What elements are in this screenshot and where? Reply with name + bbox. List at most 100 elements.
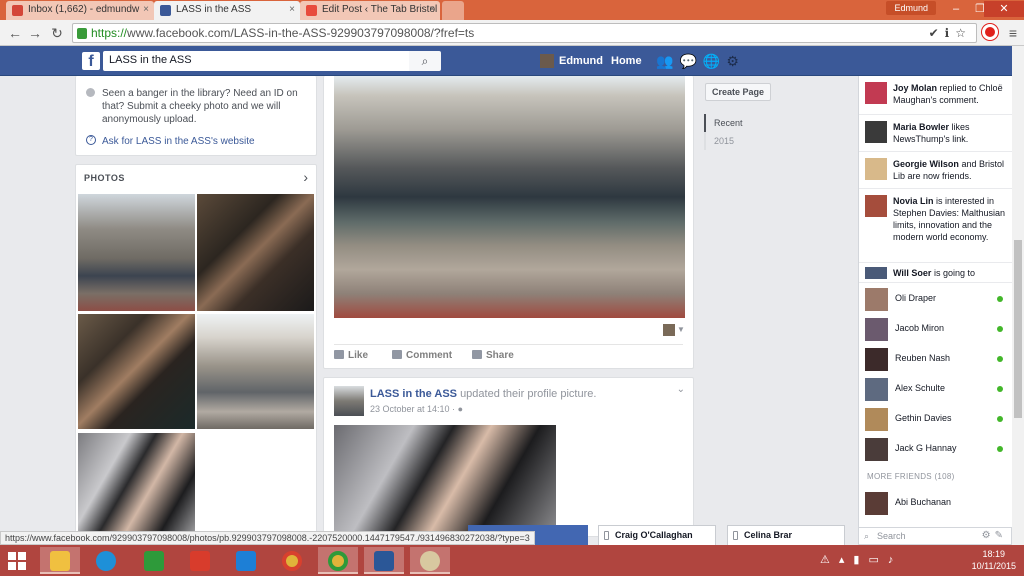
ticker-item[interactable]: Joy Molan replied to Chloë Maughan's com… xyxy=(859,76,1013,115)
post-photo-legs[interactable] xyxy=(334,425,556,538)
year-item-2015[interactable]: 2015 xyxy=(704,132,764,150)
scrollbar-thumb[interactable] xyxy=(1014,240,1022,418)
info-icon xyxy=(86,88,95,97)
account-settings-icon[interactable]: ⚙ xyxy=(726,53,745,69)
contact-item[interactable]: Jack G Hannay xyxy=(859,434,1013,464)
taskbar-media-app[interactable] xyxy=(180,547,220,574)
taskbar-word[interactable] xyxy=(364,547,404,574)
timeline-year-list: Recent 2015 xyxy=(704,114,764,150)
tab-edit-post[interactable]: Edit Post ‹ The Tab Bristol × xyxy=(300,1,440,20)
gear-icon[interactable]: ⚙ xyxy=(982,530,995,541)
ask-website-link[interactable]: ? Ask for LASS in the ASS's website xyxy=(86,135,255,148)
store-icon xyxy=(144,551,164,571)
post-photo-library[interactable] xyxy=(334,76,685,318)
contact-item[interactable]: Abi Buchanan xyxy=(859,488,1013,518)
home-link[interactable]: Home xyxy=(611,55,642,67)
photo-reading-woman-1[interactable] xyxy=(197,194,314,311)
chevron-down-icon[interactable]: ▼ xyxy=(677,324,685,336)
network-icon[interactable]: ▮ xyxy=(853,554,868,566)
chevron-right-icon[interactable]: › xyxy=(303,169,308,185)
contact-item[interactable]: Reuben Nash xyxy=(859,344,1013,374)
share-button[interactable]: Share xyxy=(472,350,514,361)
photo-reading-woman-2[interactable] xyxy=(78,314,195,429)
taskbar-store[interactable] xyxy=(134,547,174,574)
tab-facebook[interactable]: LASS in the ASS × xyxy=(154,1,300,20)
page-avatar[interactable] xyxy=(334,386,364,416)
reload-icon[interactable]: ↻ xyxy=(48,24,66,42)
word-icon xyxy=(374,551,394,571)
ticker-text: is going to xyxy=(933,268,975,278)
chat-tab[interactable]: Craig O'Callaghan xyxy=(598,525,716,545)
menu-icon[interactable]: ≡ xyxy=(1004,24,1022,42)
new-tab-button[interactable] xyxy=(442,1,464,20)
browser-user-chip[interactable]: Edmund xyxy=(886,1,936,15)
taskbar-internet-explorer[interactable] xyxy=(86,547,126,574)
facebook-logo-icon[interactable]: f xyxy=(82,52,100,70)
search-icon: ⌕ xyxy=(864,531,870,541)
taskbar-file-explorer[interactable] xyxy=(40,547,80,574)
chevron-up-icon[interactable]: ▴ xyxy=(839,554,854,566)
check-icon[interactable]: ✔ xyxy=(929,26,945,40)
tab-gmail[interactable]: Inbox (1,662) - edmundw × xyxy=(6,1,154,20)
close-icon[interactable]: × xyxy=(429,4,435,15)
adblock-icon[interactable] xyxy=(982,24,998,40)
globe-icon[interactable]: 🌐 xyxy=(703,53,726,69)
avatar xyxy=(865,121,887,143)
post-card: ▼ Like Comment Share xyxy=(323,76,694,369)
windows-taskbar: ⚠▴▮▭♪ 18:19 10/11/2015 xyxy=(0,545,1024,576)
photo-legs[interactable] xyxy=(78,433,195,533)
post-action: updated their profile picture. xyxy=(460,388,597,400)
profile-name: Edmund xyxy=(559,54,603,67)
chat-tab[interactable]: Celina Brar xyxy=(727,525,845,545)
page-name-link[interactable]: LASS in the ASS xyxy=(370,388,457,400)
address-bar[interactable]: https://www.facebook.com/LASS-in-the-ASS… xyxy=(72,23,977,43)
post-header: LASS in the ASS updated their profile pi… xyxy=(370,388,596,400)
window-close-icon[interactable]: ✕ xyxy=(984,1,1024,17)
friend-requests-icon[interactable]: 👥 xyxy=(656,53,679,69)
contact-item[interactable]: Oli Draper xyxy=(859,284,1013,314)
photos-heading[interactable]: PHOTOS xyxy=(84,173,125,183)
notification-icons: 👥💬🌐⚙ xyxy=(656,53,745,70)
like-button[interactable]: Like xyxy=(334,350,368,361)
close-icon[interactable]: × xyxy=(289,4,295,15)
battery-icon[interactable]: ▭ xyxy=(868,554,887,566)
taskbar-clock[interactable]: 18:19 10/11/2015 xyxy=(972,548,1016,572)
profile-link[interactable]: Edmund xyxy=(540,54,603,68)
chat-search-input[interactable]: ⌕ Search ⚙✎ xyxy=(858,527,1012,545)
bookmark-star-icon[interactable]: ☆ xyxy=(955,26,972,40)
close-icon[interactable]: × xyxy=(143,4,149,15)
post-date[interactable]: 23 October at 14:10 · ● xyxy=(370,404,463,414)
create-page-button[interactable]: Create Page xyxy=(705,83,772,101)
messages-icon[interactable]: 💬 xyxy=(679,53,702,69)
taskbar-chrome[interactable] xyxy=(272,547,312,574)
warning-icon[interactable]: ⚠ xyxy=(820,554,839,566)
contact-name: Jack G Hannay xyxy=(895,443,957,453)
audience-selector-icon[interactable] xyxy=(663,324,675,336)
photo-building-exterior[interactable] xyxy=(197,314,314,429)
contact-item[interactable]: Alex Schulte xyxy=(859,374,1013,404)
info-icon[interactable]: ℹ xyxy=(945,26,956,40)
back-icon[interactable]: ← xyxy=(6,24,24,42)
taskbar-dropbox[interactable] xyxy=(226,547,266,574)
taskbar-chrome-open[interactable] xyxy=(318,547,358,574)
avatar xyxy=(865,492,888,515)
ticker-item[interactable]: Maria Bowler likes NewsThump's link. xyxy=(859,115,1013,152)
compose-icon[interactable]: ✎ xyxy=(995,530,1007,541)
volume-icon[interactable]: ♪ xyxy=(888,554,903,566)
comment-button[interactable]: Comment xyxy=(392,350,452,361)
ticker-item[interactable]: Georgie Wilson and Bristol Lib are now f… xyxy=(859,152,1013,189)
avatar xyxy=(865,438,888,461)
forward-icon[interactable]: → xyxy=(26,24,44,42)
contact-item[interactable]: Jacob Miron xyxy=(859,314,1013,344)
taskbar-paint[interactable] xyxy=(410,547,450,574)
ticker-item[interactable]: Will Soer is going to xyxy=(859,263,1013,283)
contact-item[interactable]: Gethin Davies xyxy=(859,404,1013,434)
year-item-recent[interactable]: Recent xyxy=(704,114,764,132)
photo-library-building[interactable] xyxy=(78,194,195,311)
facebook-search-input[interactable]: LASS in the ASS xyxy=(103,51,409,71)
ticker-item[interactable]: Novia Lin is interested in Stephen Davie… xyxy=(859,189,1013,263)
search-icon[interactable]: ⌕ xyxy=(409,51,441,71)
chevron-down-icon[interactable]: ⌄ xyxy=(677,384,685,395)
windows-start-icon[interactable] xyxy=(8,552,26,570)
minimize-icon[interactable]: – xyxy=(944,1,968,17)
